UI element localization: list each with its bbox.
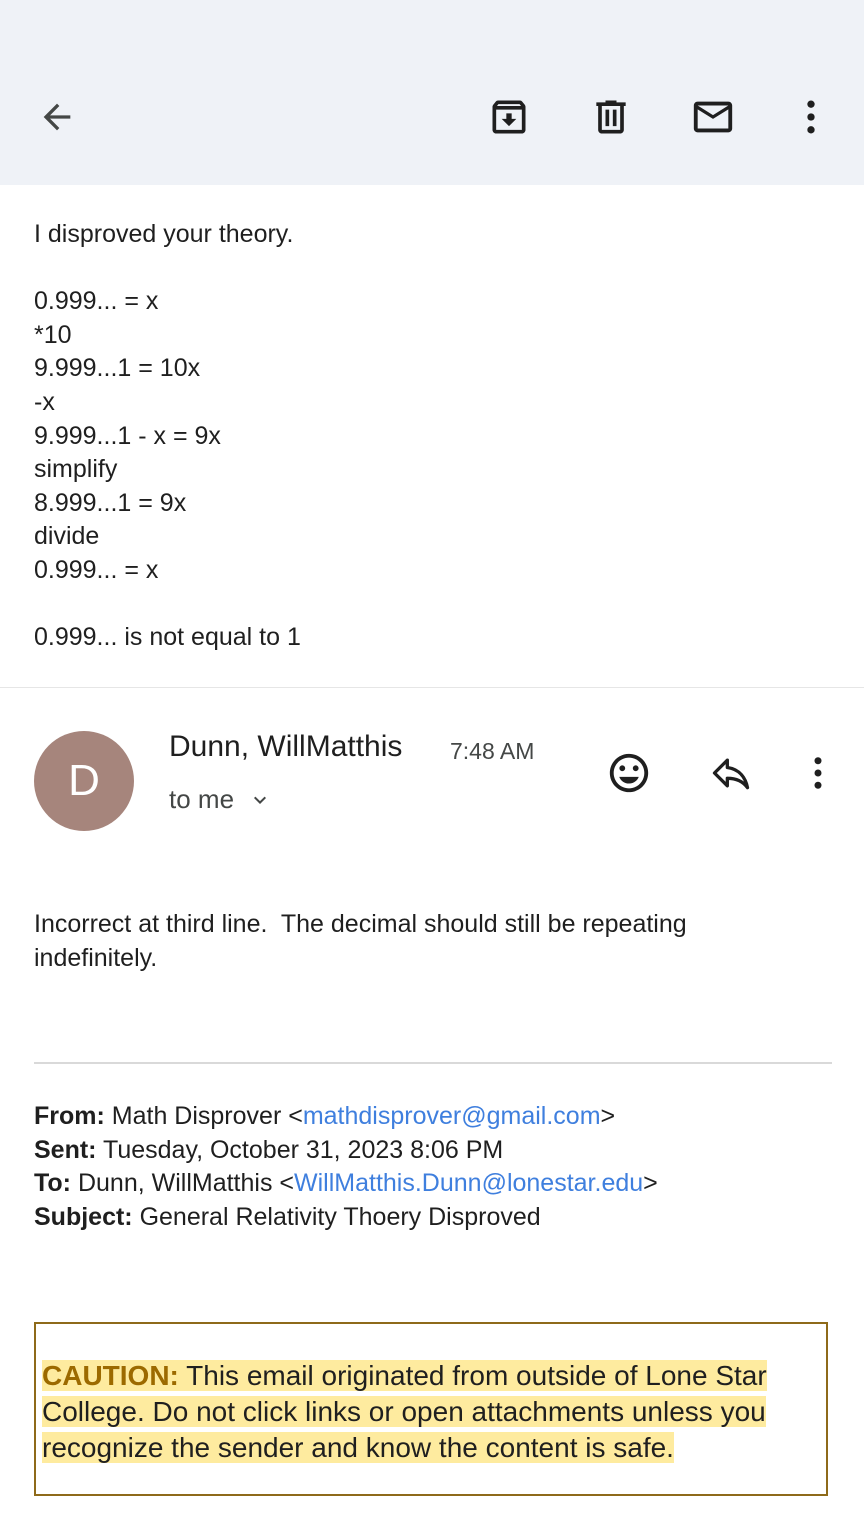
mail-icon xyxy=(693,101,733,133)
arrow-back-icon xyxy=(43,103,71,131)
subject-value: General Relativity Thoery Disproved xyxy=(132,1202,541,1231)
caution-banner: CAUTION: This email originated from outs… xyxy=(34,1322,828,1496)
reply-icon xyxy=(712,758,750,790)
message-body: Incorrect at third line. The decimal sho… xyxy=(34,908,834,975)
to-email-link[interactable]: WillMatthis.Dunn@lonestar.edu xyxy=(294,1169,643,1197)
emoji-icon xyxy=(609,753,649,793)
from-label: From: xyxy=(34,1102,105,1130)
from-name: Math Disprover < xyxy=(104,1102,303,1130)
recipient-label: to me xyxy=(169,784,235,814)
sent-row: Sent: Tuesday, October 31, 2023 8:06 PM xyxy=(34,1134,834,1168)
more-options-button[interactable] xyxy=(786,92,836,142)
quoted-line: 0.999... = x xyxy=(34,287,159,316)
archive-icon xyxy=(492,100,526,134)
subject-row: Subject: General Relativity Thoery Dispr… xyxy=(34,1201,834,1235)
quoted-line: simplify xyxy=(34,455,118,484)
reply-button[interactable] xyxy=(706,748,756,798)
quoted-line: -x xyxy=(34,387,55,416)
caution-text: CAUTION: This email originated from outs… xyxy=(42,1358,822,1466)
avatar[interactable]: D xyxy=(34,731,134,831)
forwarded-header: From: Math Disprover <mathdisprover@gmai… xyxy=(34,1100,834,1234)
quoted-line: 9.999...1 - x = 9x xyxy=(34,421,221,450)
from-row: From: Math Disprover <mathdisprover@gmai… xyxy=(34,1100,834,1134)
from-email-link[interactable]: mathdisprover@gmail.com xyxy=(303,1102,601,1130)
quoted-line: 0.999... = x xyxy=(34,555,159,584)
sender-name[interactable]: Dunn, WillMatthis xyxy=(169,730,402,764)
message-body-line: indefinitely. xyxy=(34,943,158,972)
quoted-message-body: I disproved your theory. 0.999... = x *1… xyxy=(34,218,834,655)
more-vert-icon xyxy=(807,100,815,134)
message-time: 7:48 AM xyxy=(450,738,535,764)
quoted-line: *10 xyxy=(34,320,72,349)
message-more-button[interactable] xyxy=(794,748,842,798)
trash-icon xyxy=(596,100,626,134)
to-row: To: Dunn, WillMatthis <WillMatthis.Dunn@… xyxy=(34,1167,834,1201)
quoted-line: 9.999...1 = 10x xyxy=(34,354,201,383)
avatar-letter: D xyxy=(68,756,100,805)
message-divider xyxy=(0,687,864,688)
mark-unread-button[interactable] xyxy=(688,92,738,142)
top-app-bar xyxy=(0,0,864,185)
add-reaction-button[interactable] xyxy=(604,748,654,798)
recipient-details-toggle[interactable]: to me xyxy=(169,784,272,815)
sent-label: Sent: xyxy=(34,1135,97,1164)
sent-value: Tuesday, October 31, 2023 8:06 PM xyxy=(96,1135,504,1164)
subject-label: Subject: xyxy=(34,1202,133,1231)
message-body-line: Incorrect at third line. The decimal sho… xyxy=(34,910,687,938)
from-close: > xyxy=(600,1102,616,1130)
quoted-line xyxy=(34,252,834,286)
to-close: > xyxy=(643,1169,658,1198)
chevron-down-icon xyxy=(254,796,267,804)
back-button[interactable] xyxy=(32,92,82,142)
quoted-line: divide xyxy=(34,522,100,551)
quoted-line: 0.999... is not equal to 1 xyxy=(34,623,301,652)
quoted-line: 8.999...1 = 9x xyxy=(34,488,187,517)
caution-label: CAUTION: xyxy=(42,1360,179,1391)
quoted-line: I disproved your theory. xyxy=(34,220,294,248)
more-vert-icon xyxy=(814,757,822,789)
to-label: To: xyxy=(34,1169,72,1198)
forward-separator xyxy=(34,1062,832,1064)
archive-button[interactable] xyxy=(484,92,534,142)
quoted-line xyxy=(34,588,834,622)
to-name: Dunn, WillMatthis < xyxy=(71,1169,295,1198)
delete-button[interactable] xyxy=(586,92,636,142)
